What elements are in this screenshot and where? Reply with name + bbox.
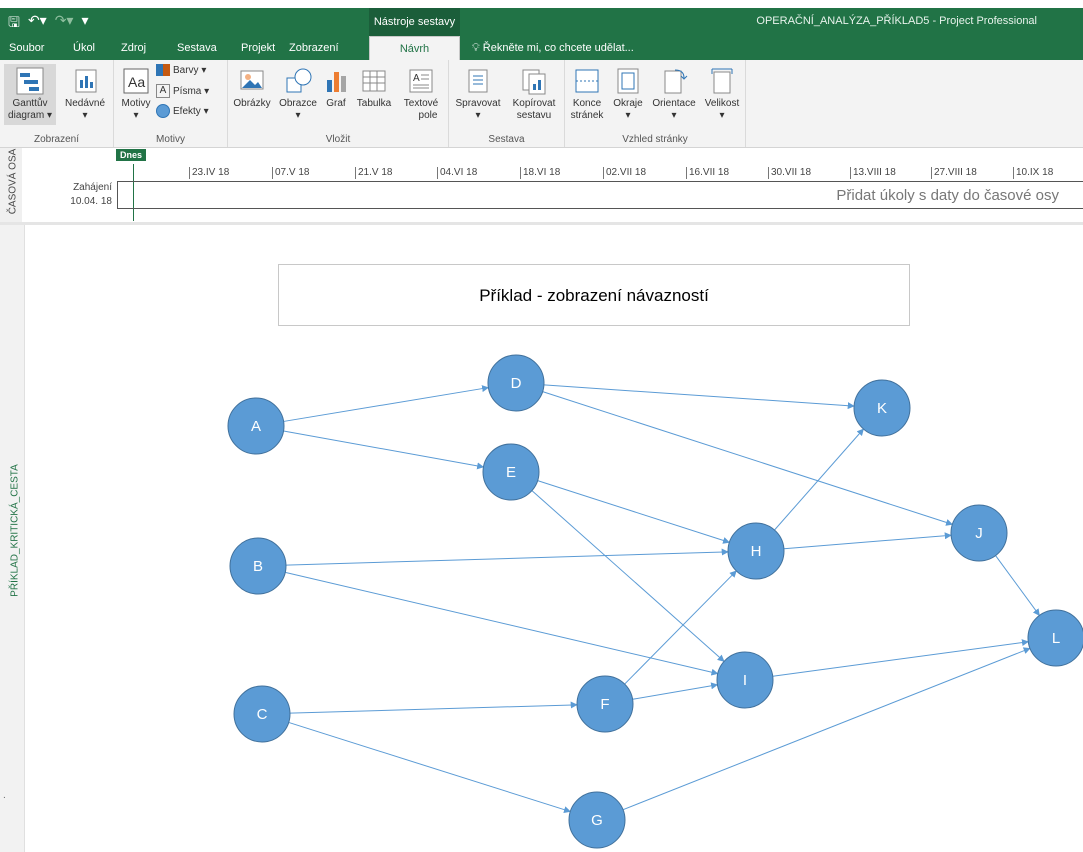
node-label: H — [751, 543, 762, 560]
node-b[interactable]: B — [229, 537, 287, 595]
node-label: G — [591, 812, 603, 829]
node-j[interactable]: J — [950, 504, 1008, 562]
node-label: E — [506, 464, 516, 481]
node-h[interactable]: H — [727, 522, 785, 580]
edge-f-i — [632, 682, 719, 700]
node-label: F — [600, 696, 609, 713]
edge-e-i — [531, 490, 725, 662]
edge-c-f — [289, 701, 578, 714]
edge-b-i — [285, 571, 719, 676]
node-k[interactable]: K — [853, 379, 911, 437]
node-a[interactable]: A — [227, 397, 285, 455]
node-e[interactable]: E — [482, 443, 540, 501]
edge-a-d — [283, 385, 490, 422]
node-label: C — [257, 706, 268, 723]
edge-g-l — [622, 647, 1031, 811]
node-i[interactable]: I — [716, 651, 774, 709]
node-c[interactable]: C — [233, 685, 291, 743]
node-label: L — [1052, 630, 1060, 647]
node-d[interactable]: D — [487, 354, 545, 412]
edge-h-j — [783, 532, 952, 550]
node-label: B — [253, 558, 263, 575]
node-label: I — [743, 672, 747, 689]
node-g[interactable]: G — [568, 791, 626, 849]
edge-b-h — [285, 548, 729, 566]
edge-a-e — [283, 430, 485, 470]
edge-j-l — [995, 555, 1040, 616]
edge-e-h — [537, 480, 731, 544]
network-diagram: A B C D E F G H I J K L — [227, 354, 1083, 849]
node-l[interactable]: L — [1027, 609, 1083, 667]
node-label: A — [251, 418, 261, 435]
edge-i-l — [772, 639, 1029, 677]
edge-d-k — [543, 384, 855, 410]
node-label: J — [975, 525, 983, 542]
edge-c-g — [288, 721, 571, 813]
edge-h-k — [774, 428, 864, 531]
node-label: D — [511, 375, 522, 392]
node-label: K — [877, 400, 887, 417]
node-f[interactable]: F — [576, 675, 634, 733]
